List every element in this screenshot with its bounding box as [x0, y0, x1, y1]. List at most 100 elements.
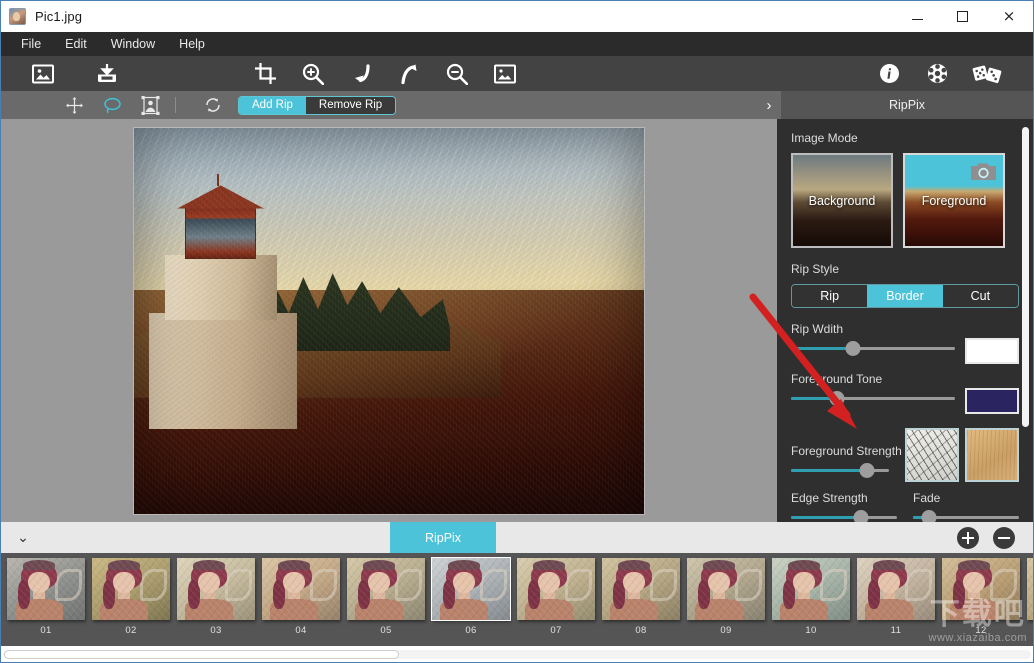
fit-image-icon[interactable]	[481, 56, 529, 91]
remove-preset-button[interactable]	[993, 526, 1015, 549]
filmstrip-item[interactable]: 09	[685, 558, 767, 636]
redo-icon[interactable]	[385, 56, 433, 91]
camera-icon	[970, 161, 997, 187]
add-preset-button[interactable]	[957, 526, 979, 549]
filmstrip-item[interactable]: 02	[90, 558, 172, 636]
portrait-preview	[432, 558, 510, 620]
menu-window[interactable]: Window	[99, 34, 167, 54]
remove-rip-button[interactable]: Remove Rip	[305, 96, 396, 114]
foreground-tone-slider[interactable]	[791, 390, 955, 406]
filmstrip-item[interactable]: 04	[260, 558, 342, 636]
minimize-icon	[912, 19, 923, 20]
slider-knob[interactable]	[921, 510, 937, 522]
rip-style-rip[interactable]: Rip	[792, 285, 868, 307]
filmstrip-item-number: 09	[720, 625, 732, 636]
portrait-grain	[517, 558, 595, 620]
portrait-grain	[602, 558, 680, 620]
filmstrip-thumbnail	[602, 558, 680, 620]
texture-map-grunge[interactable]	[905, 428, 959, 482]
filmstrip-tab-rippix[interactable]: RipPix	[390, 522, 496, 553]
rip-style-border[interactable]: Border	[867, 285, 943, 307]
collapse-filmstrip-icon[interactable]: ⌄	[1, 522, 45, 553]
filmstrip-item[interactable]: 10	[770, 558, 852, 636]
filmstrip-thumbnail	[687, 558, 765, 620]
menu-file[interactable]: File	[9, 34, 53, 54]
zoom-in-icon[interactable]	[289, 56, 337, 91]
main-toolbar	[1, 56, 1033, 91]
rip-style-cut[interactable]: Cut	[942, 285, 1018, 307]
preset-filmstrip[interactable]: 01 02 03 04 05 06 07 08 09 10 11 12 13	[1, 553, 1033, 646]
transform-tool-icon[interactable]	[131, 91, 169, 119]
filmstrip-item[interactable]: 07	[515, 558, 597, 636]
filmstrip-item-number: 08	[635, 625, 647, 636]
minimize-button[interactable]	[895, 1, 940, 32]
undo-icon[interactable]	[337, 56, 385, 91]
expand-panel-chevron-icon[interactable]: ›	[756, 91, 782, 119]
filmstrip-item-number: 11	[890, 625, 902, 636]
lasso-tool-icon[interactable]	[93, 91, 131, 119]
image-mode-foreground[interactable]: Foreground	[903, 153, 1005, 248]
image-mode-label: Image Mode	[791, 131, 858, 145]
portrait-grain	[857, 558, 935, 620]
filmstrip-thumbnail	[1027, 558, 1033, 620]
filmstrip-thumbnail	[942, 558, 1020, 620]
filmstrip-scrollbar-thumb[interactable]	[4, 650, 399, 659]
fade-slider[interactable]	[913, 509, 1019, 522]
menu-edit[interactable]: Edit	[53, 34, 99, 54]
menu-help[interactable]: Help	[167, 34, 217, 54]
foreground-tone-color-swatch[interactable]	[965, 388, 1019, 414]
photo-frame	[131, 124, 647, 517]
rip-width-label: Rip Wdith	[791, 322, 844, 336]
filmstrip-item[interactable]: 12	[940, 558, 1022, 636]
settings-icon[interactable]	[913, 56, 961, 91]
filmstrip-item[interactable]: 05	[345, 558, 427, 636]
filmstrip-item[interactable]: 01	[5, 558, 87, 636]
fade-control: Fade	[913, 491, 1019, 522]
portrait-grain	[687, 558, 765, 620]
info-icon[interactable]	[865, 56, 913, 91]
portrait-grain	[92, 558, 170, 620]
foreground-strength-slider[interactable]	[791, 462, 890, 478]
filmstrip-item-number: 13	[1025, 625, 1033, 636]
filmstrip-item[interactable]: 11	[855, 558, 937, 636]
add-rip-button[interactable]: Add Rip	[239, 96, 306, 114]
maximize-button[interactable]	[940, 1, 985, 32]
slider-fill	[791, 469, 868, 472]
slider-knob[interactable]	[829, 391, 845, 406]
reset-rotate-icon[interactable]	[194, 91, 232, 119]
close-button[interactable]: ×	[985, 1, 1033, 32]
edge-strength-slider[interactable]	[791, 509, 897, 522]
slider-knob[interactable]	[845, 341, 861, 356]
image-canvas[interactable]	[1, 119, 777, 522]
filmstrip-thumbnail	[857, 558, 935, 620]
portrait-preview	[7, 558, 85, 620]
rip-width-color-swatch[interactable]	[965, 338, 1019, 364]
application-window: Pic1.jpg × File Edit Window Help Add Rip…	[0, 0, 1034, 663]
move-tool-icon[interactable]	[55, 91, 93, 119]
dice-icon[interactable]	[961, 56, 1013, 91]
rip-style-label: Rip Style	[791, 262, 840, 276]
rip-width-control: Rip Wdith	[791, 322, 955, 356]
rip-width-slider[interactable]	[791, 340, 955, 356]
panel-scrollbar[interactable]	[1022, 127, 1029, 427]
portrait-grain	[262, 558, 340, 620]
open-image-icon[interactable]	[19, 56, 67, 91]
portrait-grain	[1027, 558, 1033, 620]
slider-knob[interactable]	[859, 463, 875, 478]
save-image-icon[interactable]	[83, 56, 131, 91]
filmstrip-item[interactable]: 08	[600, 558, 682, 636]
filmstrip-thumbnail	[517, 558, 595, 620]
image-mode-background[interactable]: Background	[791, 153, 893, 248]
portrait-preview	[517, 558, 595, 620]
close-icon: ×	[1002, 7, 1016, 25]
crop-icon[interactable]	[241, 56, 289, 91]
zoom-out-icon[interactable]	[433, 56, 481, 91]
portrait-grain	[432, 558, 510, 620]
maximize-icon	[957, 11, 968, 22]
filmstrip-item[interactable]: 13	[1025, 558, 1033, 636]
slider-knob[interactable]	[853, 510, 869, 522]
texture-wood-tan[interactable]	[965, 428, 1019, 482]
filmstrip-item[interactable]: 03	[175, 558, 257, 636]
filmstrip-item[interactable]: 06	[430, 557, 512, 636]
portrait-preview	[772, 558, 850, 620]
